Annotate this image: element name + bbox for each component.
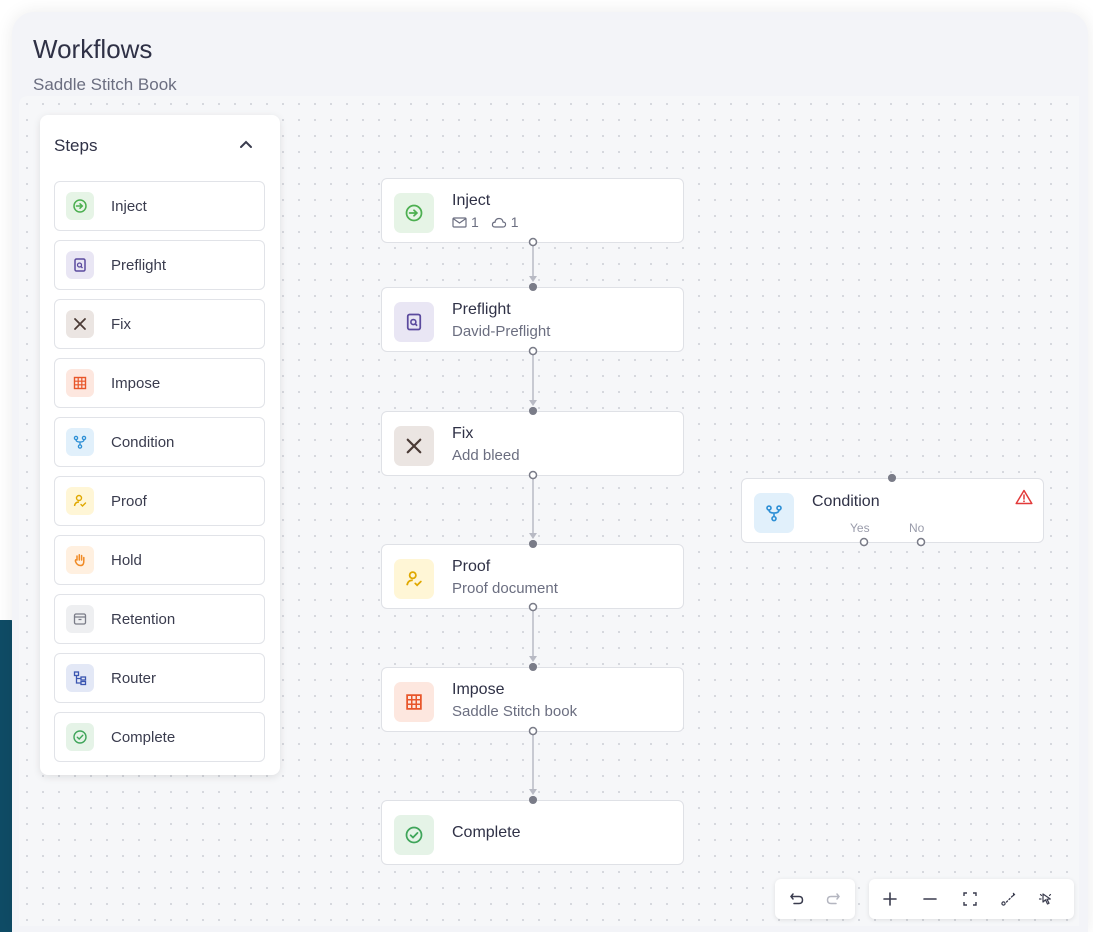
node-title: Fix (452, 425, 474, 442)
yes-port-label: Yes (850, 521, 870, 535)
flow-node-impose[interactable]: Impose Saddle Stitch book (381, 667, 684, 732)
step-label: Proof (111, 492, 147, 510)
redo-icon[interactable] (815, 879, 851, 919)
step-item-preflight[interactable]: Preflight (54, 240, 265, 290)
flow-node-complete[interactable]: Complete (381, 800, 684, 865)
step-item-router[interactable]: Router (54, 653, 265, 703)
flow-node-inject[interactable]: Inject 1 1 (381, 178, 684, 243)
router-icon (66, 664, 94, 692)
inject-icon (394, 193, 434, 233)
select-mode-icon[interactable] (1028, 879, 1064, 919)
flow-node-proof[interactable]: Proof Proof document (381, 544, 684, 609)
check-circle-icon (394, 815, 434, 855)
node-title: Proof (452, 558, 491, 575)
step-label: Complete (111, 728, 176, 746)
flow-node-preflight[interactable]: Preflight David-Preflight (381, 287, 684, 352)
node-title: Preflight (452, 301, 511, 318)
node-title: Complete (452, 824, 521, 841)
step-label: Router (111, 669, 157, 687)
no-port-label: No (909, 521, 925, 535)
tools-icon (66, 310, 94, 338)
grid-icon (66, 369, 94, 397)
step-item-proof[interactable]: Proof (54, 476, 265, 526)
node-title: Impose (452, 681, 505, 698)
node-subtitle: Proof document (452, 580, 558, 597)
cloud-icon (491, 217, 506, 228)
step-item-inject[interactable]: Inject (54, 181, 265, 231)
branch-icon (66, 428, 94, 456)
cloud-count: 1 (510, 214, 519, 230)
steps-title: Steps (54, 136, 98, 155)
node-title: Condition (812, 493, 880, 510)
node-subtitle: Saddle Stitch book (452, 703, 578, 720)
step-label: Hold (111, 551, 142, 569)
preflight-icon (394, 302, 434, 342)
inject-icon (66, 192, 94, 220)
undo-icon[interactable] (779, 879, 815, 919)
warning-icon[interactable] (1015, 489, 1033, 510)
flow-node-condition[interactable]: Condition Yes No (741, 478, 1044, 543)
auto-layout-icon[interactable] (990, 879, 1026, 919)
step-label: Retention (111, 610, 176, 628)
step-item-condition[interactable]: Condition (54, 417, 265, 467)
preflight-icon (66, 251, 94, 279)
steps-palette: Steps Inject Preflight Fix Impose Condit… (40, 115, 280, 775)
step-label: Fix (111, 315, 131, 333)
chevron-up-icon[interactable] (234, 133, 258, 157)
workflow-name: Saddle Stitch Book (33, 75, 177, 94)
step-label: Inject (111, 197, 147, 215)
mail-icon (452, 216, 467, 228)
step-label: Preflight (111, 256, 167, 274)
check-circle-icon (66, 723, 94, 751)
fit-view-icon[interactable] (952, 879, 988, 919)
node-subtitle: Add bleed (452, 447, 520, 464)
step-item-retention[interactable]: Retention (54, 594, 265, 644)
step-item-hold[interactable]: Hold (54, 535, 265, 585)
view-toolbar (869, 879, 1074, 919)
step-item-complete[interactable]: Complete (54, 712, 265, 762)
tools-icon (394, 426, 434, 466)
mail-count: 1 (471, 214, 479, 230)
node-subtitle: David-Preflight (452, 323, 551, 340)
branch-icon (754, 493, 794, 533)
node-title: Inject (452, 192, 491, 209)
step-label: Impose (111, 374, 161, 392)
step-label: Condition (111, 433, 175, 451)
node-meta: 1 1 (452, 214, 519, 230)
history-toolbar (775, 879, 855, 919)
step-item-fix[interactable]: Fix (54, 299, 265, 349)
zoom-in-icon[interactable] (872, 879, 908, 919)
grid-icon (394, 682, 434, 722)
flow-node-fix[interactable]: Fix Add bleed (381, 411, 684, 476)
archive-icon (66, 605, 94, 633)
step-item-impose[interactable]: Impose (54, 358, 265, 408)
proof-icon (394, 559, 434, 599)
proof-icon (66, 487, 94, 515)
hand-icon (66, 546, 94, 574)
zoom-out-icon[interactable] (912, 879, 948, 919)
page-title: Workflows (33, 34, 153, 64)
